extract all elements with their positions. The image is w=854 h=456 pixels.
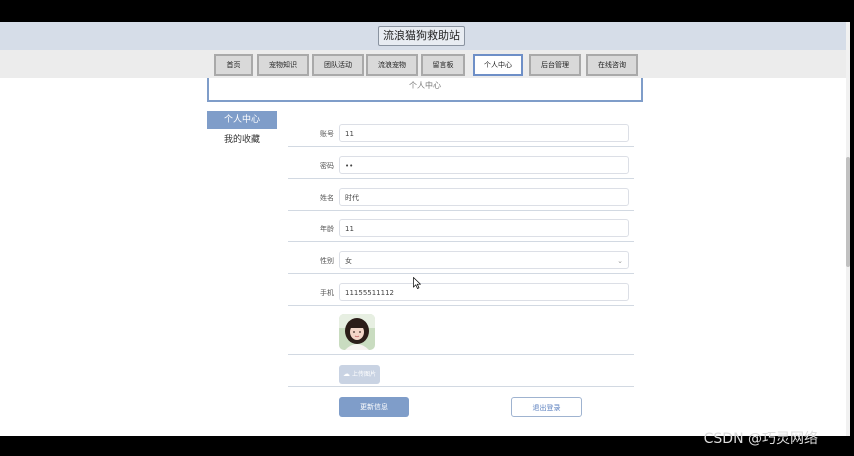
nav-item-message-board[interactable]: 留言板 [421, 54, 465, 76]
banner-title: 个人中心 [409, 81, 441, 90]
gender-row: 性别 女 ⌄ [288, 251, 634, 269]
gender-value: 女 [345, 257, 352, 265]
nav-item-home[interactable]: 首页 [214, 54, 253, 76]
page-scrollbar[interactable] [846, 22, 850, 436]
site-title: 流浪猫狗救助站 [378, 26, 465, 46]
divider [288, 354, 634, 355]
scrollbar-thumb[interactable] [846, 157, 850, 267]
age-row: 年龄 11 [288, 219, 634, 237]
name-row: 姓名 时代 [288, 188, 634, 206]
divider [288, 241, 634, 242]
gender-label: 性别 [320, 257, 334, 265]
side-item-favorites[interactable]: 我的收藏 [207, 131, 277, 149]
divider [288, 210, 634, 211]
divider [288, 273, 634, 274]
site-header: 流浪猫狗救助站 [0, 22, 850, 51]
nav-item-team-activities[interactable]: 团队活动 [312, 54, 364, 76]
update-info-button[interactable]: 更新信息 [339, 397, 409, 417]
nav-item-personal-center[interactable]: 个人中心 [473, 54, 523, 76]
nav-item-stray-pets[interactable]: 流浪宠物 [366, 54, 418, 76]
account-input[interactable]: 11 [339, 124, 629, 142]
main-nav: 首页 宠物知识 团队活动 流浪宠物 留言板 个人中心 后台管理 在线咨询 [0, 50, 850, 78]
nav-item-admin[interactable]: 后台管理 [529, 54, 581, 76]
password-label: 密码 [320, 162, 334, 170]
gender-select[interactable]: 女 ⌄ [339, 251, 629, 269]
password-input[interactable]: •• [339, 156, 629, 174]
account-row: 账号 11 [288, 124, 634, 142]
upload-image-button[interactable]: ☁ 上传图片 [339, 365, 380, 384]
divider [288, 386, 634, 387]
password-row: 密码 •• [288, 156, 634, 174]
divider [288, 146, 634, 147]
name-input[interactable]: 时代 [339, 188, 629, 206]
browser-viewport: 流浪猫狗救助站 首页 宠物知识 团队活动 流浪宠物 留言板 个人中心 后台管理 … [0, 22, 850, 436]
upload-button-label: 上传图片 [351, 371, 376, 378]
watermark: CSDN @巧灵网络 [703, 431, 818, 447]
age-label: 年龄 [320, 225, 334, 233]
age-input[interactable]: 11 [339, 219, 629, 237]
phone-label: 手机 [320, 289, 334, 297]
nav-item-online-consult[interactable]: 在线咨询 [586, 54, 638, 76]
section-banner: 个人中心 [207, 78, 643, 102]
mouse-cursor-icon [413, 277, 421, 289]
phone-row: 手机 11155511112 [288, 283, 634, 301]
upload-cloud-icon: ☁ [343, 370, 351, 378]
nav-item-pet-knowledge[interactable]: 宠物知识 [257, 54, 309, 76]
chevron-down-icon: ⌄ [617, 257, 623, 265]
side-item-personal-center[interactable]: 个人中心 [207, 111, 277, 129]
phone-input[interactable]: 11155511112 [339, 283, 629, 301]
avatar [339, 314, 375, 350]
name-label: 姓名 [320, 194, 334, 202]
account-label: 账号 [320, 130, 334, 138]
divider [288, 178, 634, 179]
divider [288, 305, 634, 306]
logout-button[interactable]: 退出登录 [511, 397, 582, 417]
